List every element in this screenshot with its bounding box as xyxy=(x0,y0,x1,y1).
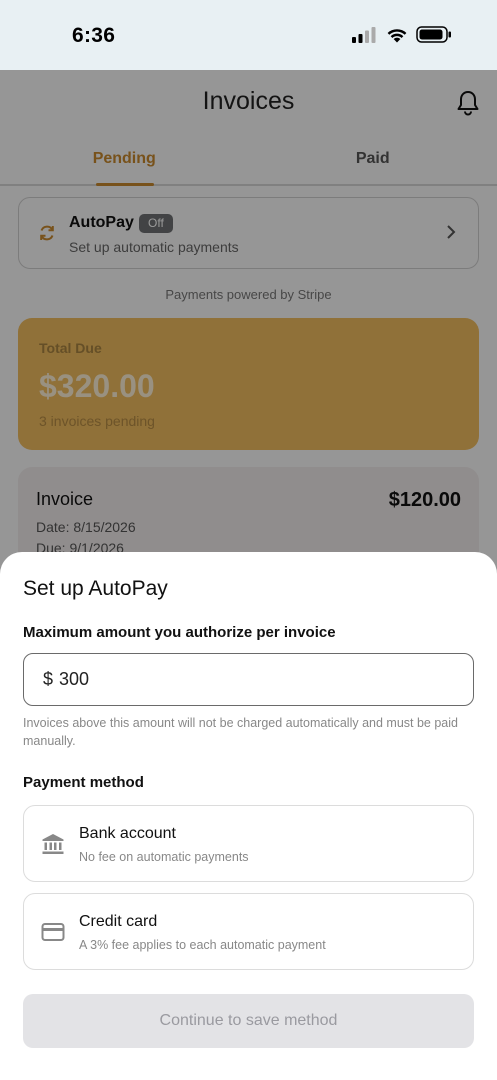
status-icons xyxy=(352,26,452,43)
signal-icon xyxy=(352,26,376,43)
bank-icon xyxy=(42,834,64,854)
battery-icon xyxy=(416,26,451,43)
max-amount-help-text: Invoices above this amount will not be c… xyxy=(23,716,458,748)
payment-method-credit-card[interactable]: Credit card A 3% fee applies to each aut… xyxy=(23,893,474,970)
payment-method-label: Payment method xyxy=(23,774,144,791)
currency-symbol: $ xyxy=(43,669,54,689)
status-bar: 6:36 xyxy=(0,0,497,70)
max-amount-field[interactable]: $ xyxy=(23,653,474,706)
payment-method-subtitle: No fee on automatic payments xyxy=(79,850,249,864)
max-amount-input[interactable] xyxy=(59,669,440,690)
status-time: 6:36 xyxy=(72,24,116,47)
wifi-icon xyxy=(387,28,407,42)
payment-method-subtitle: A 3% fee applies to each automatic payme… xyxy=(79,938,326,952)
payment-method-title: Bank account xyxy=(79,825,176,842)
payment-method-bank-account[interactable]: Bank account No fee on automatic payment… xyxy=(23,805,474,882)
max-amount-label: Maximum amount you authorize per invoice xyxy=(23,624,336,641)
continue-button[interactable]: Continue to save method xyxy=(23,994,474,1048)
autopay-setup-sheet: Set up AutoPay Maximum amount you author… xyxy=(0,552,497,1080)
sheet-title: Set up AutoPay xyxy=(23,577,168,600)
credit-card-icon xyxy=(41,923,65,941)
payment-method-title: Credit card xyxy=(79,913,158,930)
